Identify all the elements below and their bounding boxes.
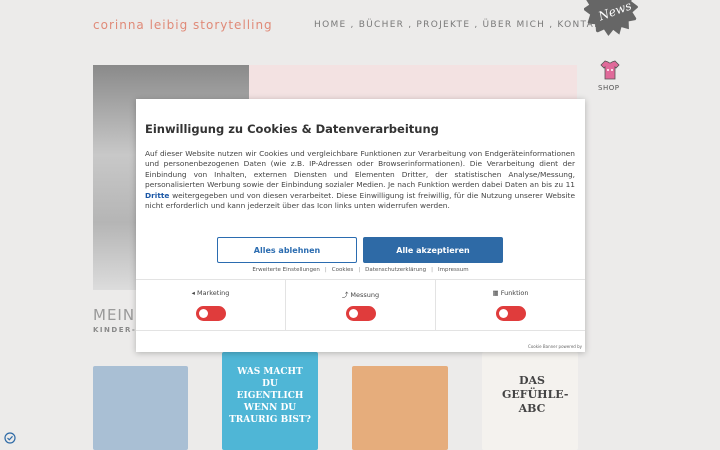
toggle-marketing: ◂ Marketing xyxy=(136,280,286,330)
megaphone-icon: ◂ xyxy=(191,289,195,297)
grid-icon: ▦ xyxy=(492,289,499,297)
imprint-link[interactable]: Impressum xyxy=(438,267,469,273)
main-nav: HOME , BÜCHER , PROJEKTE , ÜBER MICH , K… xyxy=(314,20,607,30)
nav-item-projekte[interactable]: PROJEKTE xyxy=(416,20,470,30)
body-text-part: weitergegeben und von diesen verarbeitet… xyxy=(145,190,575,211)
book-title: DAS GEFÜHLE-ABC xyxy=(502,374,569,415)
site-logo[interactable]: corinna leibig storytelling xyxy=(93,18,273,32)
shop-shirt-icon[interactable] xyxy=(598,58,622,82)
nav-separator: , xyxy=(408,20,413,30)
cookies-link[interactable]: Cookies xyxy=(332,267,354,273)
privacy-policy-link[interactable]: Datenschutzerklärung xyxy=(365,267,426,273)
dialog-links: Erweiterte Einstellungen | Cookies | Datensc… xyxy=(252,267,469,273)
nav-item-home[interactable]: HOME xyxy=(314,20,347,30)
nav-separator: , xyxy=(350,20,355,30)
dialog-title: Einwilligung zu Cookies & Datenverarbeit… xyxy=(145,122,439,136)
powered-by: Cookie Banner powered by xyxy=(528,344,582,349)
body-text-part: Auf dieser Website nutzen wir Cookies un… xyxy=(145,149,575,190)
toggle-label: Funktion xyxy=(500,289,529,297)
dialog-body-text: Auf dieser Website nutzen wir Cookies un… xyxy=(145,149,575,211)
function-switch[interactable] xyxy=(495,306,526,321)
consent-settings-icon[interactable] xyxy=(4,432,16,444)
accept-all-button[interactable]: Alle akzeptieren xyxy=(363,237,503,263)
shop-label[interactable]: SHOP xyxy=(598,84,619,92)
toggle-funktion: ▦ Funktion xyxy=(436,280,585,330)
nav-separator: , xyxy=(474,20,479,30)
reject-all-button[interactable]: Alles ablehnen xyxy=(217,237,357,263)
nav-separator: , xyxy=(549,20,554,30)
toggle-messung: ⤴ Messung xyxy=(286,280,436,330)
book-cover-1[interactable] xyxy=(93,366,188,450)
toggle-label: Marketing xyxy=(196,289,230,297)
book-title: WAS MACHT DU EIGENTLICH WENN DU TRAURIG … xyxy=(229,367,311,425)
nav-item-ueber-mich[interactable]: ÜBER MICH xyxy=(483,20,546,30)
chart-icon: ⤴ xyxy=(341,291,349,299)
section-subtitle: KINDER- xyxy=(93,326,137,334)
book-cover-2[interactable]: WAS MACHT DU EIGENTLICH WENN DU TRAURIG … xyxy=(222,352,318,450)
toggle-label: Messung xyxy=(350,291,380,299)
nav-item-buecher[interactable]: BÜCHER xyxy=(359,20,405,30)
third-parties-link[interactable]: Dritte xyxy=(145,191,169,200)
book-cover-3[interactable] xyxy=(352,366,448,450)
consent-toggles: ◂ Marketing ⤴ Messung ▦ Funktion xyxy=(136,279,585,331)
marketing-switch[interactable] xyxy=(195,306,226,321)
advanced-settings-link[interactable]: Erweiterte Einstellungen xyxy=(252,267,320,273)
book-cover-4[interactable]: DAS GEFÜHLE-ABC xyxy=(482,352,578,450)
cookie-consent-dialog: Einwilligung zu Cookies & Datenverarbeit… xyxy=(136,99,585,352)
measurement-switch[interactable] xyxy=(345,306,376,321)
